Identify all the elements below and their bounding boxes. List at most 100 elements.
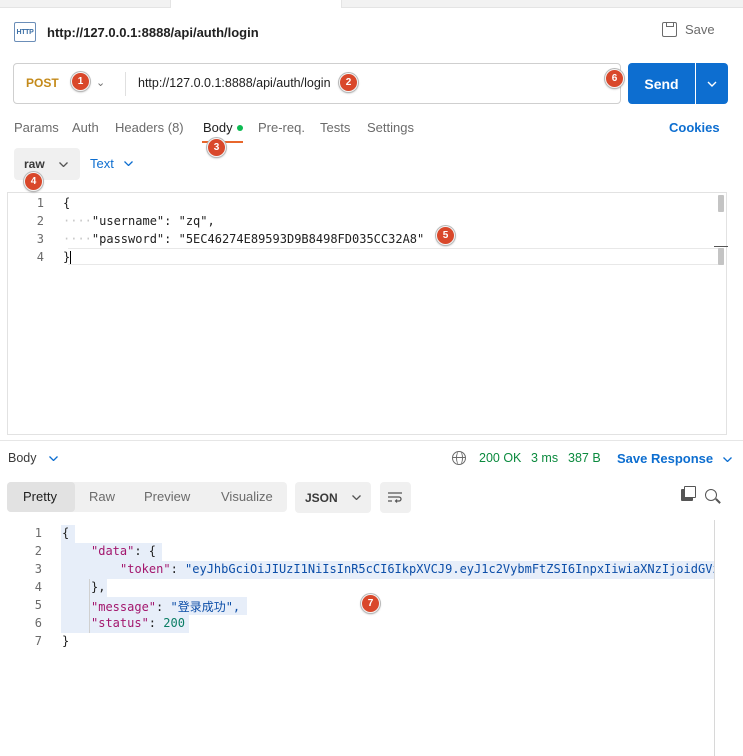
tab-settings[interactable]: Settings bbox=[367, 120, 414, 135]
response-body-select[interactable]: Body bbox=[8, 451, 58, 465]
divider bbox=[0, 440, 743, 441]
chevron-down-icon bbox=[723, 457, 733, 462]
view-mode-group: Pretty Raw Preview Visualize bbox=[7, 482, 287, 512]
tab-tests[interactable]: Tests bbox=[320, 120, 350, 135]
code-token: : bbox=[148, 616, 164, 630]
code-line: "message": "登录成功", bbox=[91, 598, 240, 615]
line-number: 3 bbox=[36, 232, 44, 246]
line-number: 2 bbox=[34, 544, 42, 558]
body-format-value: Text bbox=[90, 156, 114, 171]
code-token: "5EC46274E89593D9B8498FD035CC32A8" bbox=[178, 232, 425, 246]
scrollbar-thumb[interactable] bbox=[718, 195, 724, 212]
json-key: "message" bbox=[91, 600, 157, 614]
view-pretty[interactable]: Pretty bbox=[23, 489, 57, 504]
json-string: "eyJhbGciOiJIUzI1NiIsInR5cCI6IkpXVCJ9.ey… bbox=[185, 562, 715, 576]
tab-body[interactable]: Body bbox=[203, 120, 243, 135]
save-button[interactable]: Save bbox=[662, 22, 715, 37]
line-number: 7 bbox=[34, 634, 42, 648]
annotation-badge: 5 bbox=[436, 226, 455, 245]
json-string: "登录成功", bbox=[170, 600, 241, 614]
save-response-button[interactable]: Save Response bbox=[617, 451, 733, 466]
response-format-value: JSON bbox=[305, 490, 338, 505]
json-key: "data" bbox=[91, 544, 135, 558]
code-line: "token": "eyJhbGciOiJIUzI1NiIsInR5cCI6Ik… bbox=[120, 562, 715, 576]
body-mode-select[interactable]: raw bbox=[14, 148, 80, 180]
indent-guide: ···· bbox=[63, 232, 92, 246]
code-line: "status": 200 bbox=[91, 616, 185, 630]
response-size[interactable]: 387 B bbox=[568, 451, 601, 465]
code-line: "data": { bbox=[91, 544, 156, 558]
code-line: } bbox=[62, 634, 69, 648]
chevron-down-icon bbox=[351, 495, 361, 500]
save-response-label: Save Response bbox=[617, 451, 714, 466]
annotation-badge: 6 bbox=[605, 69, 624, 88]
annotation-badge: 3 bbox=[207, 138, 226, 157]
json-number: 200 bbox=[163, 616, 185, 630]
code-token: : bbox=[170, 562, 186, 576]
scrollbar-line-marker bbox=[714, 246, 728, 247]
annotation-badge: 4 bbox=[24, 172, 43, 191]
code-token: } bbox=[63, 250, 71, 264]
send-dropdown-button[interactable] bbox=[696, 63, 728, 104]
body-format-select[interactable]: Text bbox=[90, 156, 133, 171]
response-time[interactable]: 3 ms bbox=[531, 451, 558, 465]
annotation-badge: 1 bbox=[71, 72, 90, 91]
response-body-viewer[interactable]: 1 2 3 4 5 6 7 { "data": { "token": "eyJh… bbox=[0, 520, 715, 756]
wrap-lines-icon bbox=[388, 492, 402, 503]
method-select[interactable]: POST bbox=[26, 76, 59, 90]
scrollbar-marker bbox=[718, 248, 724, 265]
view-preview[interactable]: Preview bbox=[144, 489, 190, 504]
url-bar: POST ⌄ http://127.0.0.1:8888/api/auth/lo… bbox=[13, 63, 621, 104]
send-button[interactable]: Send bbox=[628, 63, 695, 104]
tab-auth[interactable]: Auth bbox=[72, 120, 99, 135]
tab-headers[interactable]: Headers (8) bbox=[115, 120, 184, 135]
code-line: { bbox=[62, 526, 69, 540]
annotation-badge: 2 bbox=[339, 73, 358, 92]
response-format-select[interactable]: JSON bbox=[295, 482, 371, 513]
http-icon-label: HTTP bbox=[16, 28, 34, 36]
tab-pre-request[interactable]: Pre-req. bbox=[258, 120, 305, 135]
tab-params[interactable]: Params bbox=[14, 120, 59, 135]
code-line: } bbox=[63, 250, 72, 264]
current-line-highlight bbox=[68, 248, 724, 265]
chevron-down-icon bbox=[707, 81, 717, 87]
status-code[interactable]: 200 OK bbox=[479, 451, 521, 465]
view-visualize[interactable]: Visualize bbox=[221, 489, 273, 504]
request-body-editor[interactable]: 1 2 3 4 { ····"username": "zq", ····"pas… bbox=[7, 192, 728, 435]
search-icon[interactable] bbox=[705, 489, 717, 501]
chevron-down-icon[interactable]: ⌄ bbox=[96, 76, 105, 89]
tab-body-label: Body bbox=[203, 120, 233, 135]
line-number: 1 bbox=[34, 526, 42, 540]
code-token: : bbox=[164, 232, 179, 246]
line-number: 5 bbox=[34, 598, 42, 612]
save-icon bbox=[662, 22, 677, 37]
chevron-down-icon bbox=[48, 456, 58, 461]
code-token: { bbox=[62, 526, 70, 540]
active-tab[interactable] bbox=[170, 0, 342, 8]
code-token: }, bbox=[91, 580, 106, 594]
view-raw[interactable]: Raw bbox=[89, 489, 115, 504]
globe-icon[interactable] bbox=[452, 451, 466, 465]
code-line: ····"username": "zq", bbox=[63, 214, 215, 228]
line-number: 4 bbox=[36, 250, 44, 264]
divider bbox=[125, 72, 126, 96]
cookies-link[interactable]: Cookies bbox=[669, 120, 720, 135]
response-body-label: Body bbox=[8, 451, 37, 465]
annotation-badge: 7 bbox=[361, 594, 380, 613]
line-number: 2 bbox=[36, 214, 44, 228]
chevron-down-icon bbox=[58, 161, 68, 167]
code-line: { bbox=[63, 196, 70, 210]
indent-guide: ···· bbox=[63, 214, 92, 228]
wrap-lines-button[interactable] bbox=[380, 482, 411, 513]
url-input[interactable]: http://127.0.0.1:8888/api/auth/login bbox=[138, 76, 331, 90]
tab-strip bbox=[0, 0, 743, 8]
code-token: } bbox=[62, 634, 70, 648]
scrollbar-track[interactable] bbox=[714, 520, 715, 756]
indent-guide bbox=[89, 579, 90, 633]
copy-icon[interactable] bbox=[681, 486, 696, 501]
code-line: ····"password": "5EC46274E89593D9B8498FD… bbox=[63, 232, 424, 246]
body-indicator-dot bbox=[236, 124, 243, 131]
code-token: : bbox=[156, 600, 171, 614]
http-request-icon: HTTP bbox=[14, 22, 36, 42]
body-mode-value: raw bbox=[24, 157, 45, 171]
